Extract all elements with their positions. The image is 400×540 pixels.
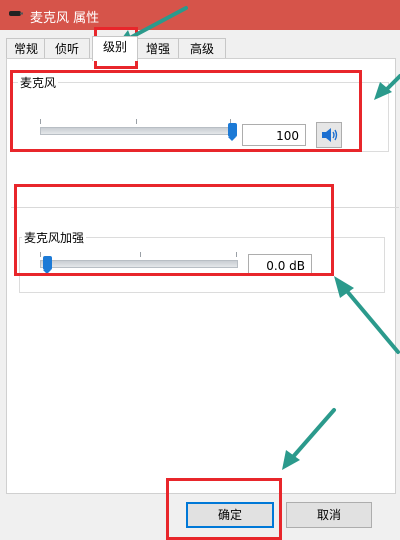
microphone-icon <box>8 8 24 23</box>
highlight-box-microphone <box>10 70 362 152</box>
cancel-button-label: 取消 <box>316 508 341 522</box>
tab-listen[interactable]: 侦听 <box>44 38 90 59</box>
tab-advanced[interactable]: 高级 <box>178 38 226 59</box>
highlight-box-ok <box>166 478 282 540</box>
tab-label: 高级 <box>189 42 214 56</box>
tab-general[interactable]: 常规 <box>6 38 46 59</box>
tab-label: 常规 <box>13 42 38 56</box>
tab-label: 增强 <box>145 42 170 56</box>
tab-label: 级别 <box>102 40 127 54</box>
tab-label: 侦听 <box>54 42 79 56</box>
title-bar: 麦克风 属性 <box>0 0 400 30</box>
highlight-box-boost <box>14 184 334 276</box>
tab-levels[interactable]: 级别 <box>92 36 138 61</box>
cancel-button[interactable]: 取消 <box>286 502 372 528</box>
tab-enhancements[interactable]: 增强 <box>136 38 180 59</box>
window-title: 麦克风 属性 <box>30 11 100 26</box>
